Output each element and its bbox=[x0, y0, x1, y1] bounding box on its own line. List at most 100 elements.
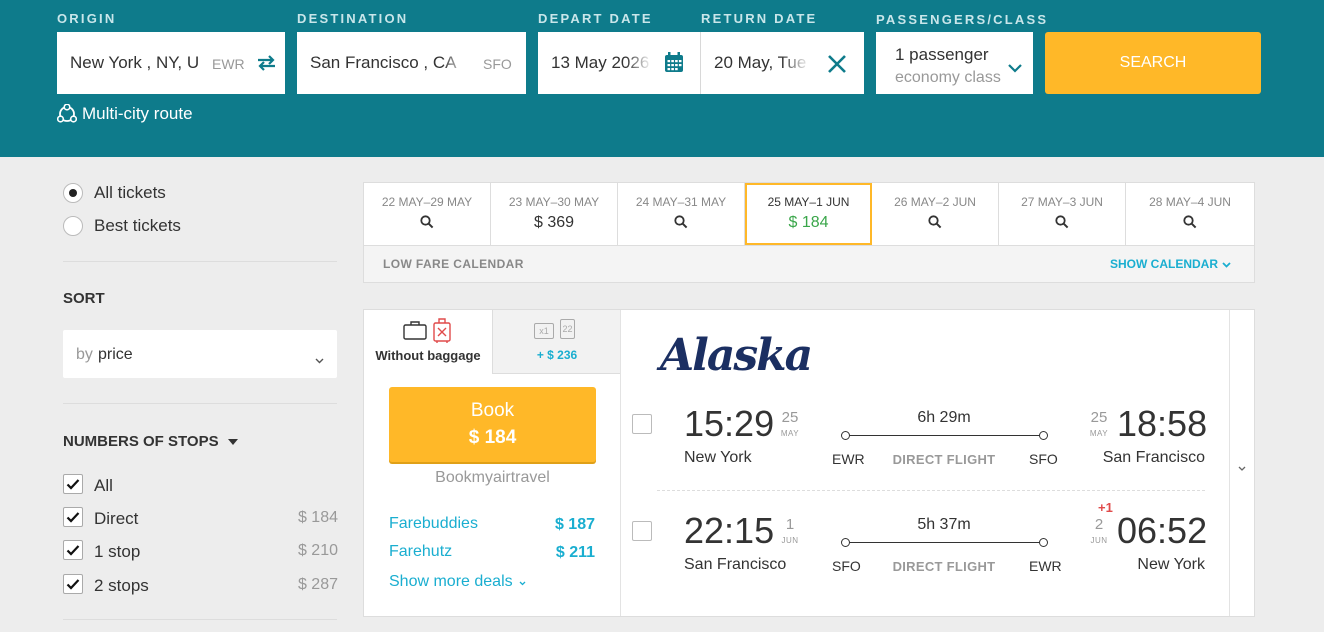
checkbox[interactable] bbox=[63, 507, 83, 527]
segment-checkbox[interactable] bbox=[632, 414, 652, 434]
show-calendar-link[interactable]: SHOW CALENDAR bbox=[1110, 257, 1231, 271]
book-button[interactable]: Book $ 184 bbox=[389, 387, 596, 462]
search-icon bbox=[420, 215, 434, 234]
route-dot bbox=[841, 538, 850, 547]
provider-name: Bookmyairtravel bbox=[435, 469, 550, 486]
show-calendar-label: SHOW CALENDAR bbox=[1110, 257, 1218, 271]
return-date-label: RETURN DATE bbox=[701, 11, 818, 26]
chevron-down-icon bbox=[315, 351, 324, 369]
origin-code: EWR bbox=[212, 56, 245, 72]
departure-city: New York bbox=[684, 449, 752, 466]
radio-best-tickets[interactable]: Best tickets bbox=[63, 216, 181, 236]
departure-time: 22:15 bbox=[684, 510, 775, 551]
departure-date: 1 JUN bbox=[781, 516, 799, 545]
calendar-cell[interactable]: 23 MAY–30 MAY $ 369 bbox=[491, 183, 618, 245]
departure-code: EWR bbox=[832, 451, 865, 467]
airline-name: Alaska bbox=[660, 330, 813, 381]
next-day-badge: +1 bbox=[1098, 500, 1113, 515]
date-range: 24 MAY–31 MAY bbox=[635, 195, 727, 209]
low-fare-calendar: 22 MAY–29 MAY 23 MAY–30 MAY $ 369 24 MAY… bbox=[363, 182, 1255, 283]
search-icon bbox=[1055, 215, 1069, 234]
stops-heading-toggle[interactable]: NUMBERS OF STOPS bbox=[63, 433, 238, 450]
date-range: 28 MAY–4 JUN bbox=[1149, 195, 1231, 209]
destination-value: San Francisco , CA bbox=[310, 53, 457, 72]
divider bbox=[63, 403, 337, 404]
destination-field[interactable]: San Francisco , CA SFO bbox=[297, 32, 526, 94]
return-date-field[interactable]: 20 May, Tue bbox=[701, 32, 864, 94]
passengers-class-label: PASSENGERS/CLASS bbox=[876, 12, 1049, 27]
route-icon bbox=[56, 103, 78, 124]
multi-city-link[interactable]: Multi-city route bbox=[56, 103, 193, 124]
origin-field[interactable]: New York , NY, U EWR bbox=[57, 32, 285, 94]
departure-time: 15:29 bbox=[684, 403, 775, 444]
stops-label: 2 stops bbox=[94, 576, 149, 595]
route-dot bbox=[1039, 431, 1048, 440]
outbound-segment: 15:29 25 MAY New York 6h 29m EWR DIRECT F… bbox=[622, 395, 1230, 500]
stops-filter-1-stop[interactable]: 1 stop $ 210 bbox=[63, 540, 338, 562]
stops-filter-all[interactable]: All bbox=[63, 474, 338, 496]
search-icon bbox=[928, 215, 942, 234]
destination-label: DESTINATION bbox=[297, 11, 409, 26]
radio-indicator bbox=[63, 183, 83, 203]
depart-date-field[interactable]: 13 May 2026 bbox=[538, 32, 700, 94]
stops-filter-2-stops[interactable]: 2 stops $ 287 bbox=[63, 574, 338, 596]
sort-select[interactable]: by price bbox=[63, 330, 337, 378]
stops-filter-direct[interactable]: Direct $ 184 bbox=[63, 507, 338, 529]
calendar-icon[interactable] bbox=[664, 52, 684, 78]
passenger-count: 1 passenger bbox=[895, 45, 989, 64]
segment-checkbox[interactable] bbox=[632, 521, 652, 541]
radio-all-tickets[interactable]: All tickets bbox=[63, 183, 166, 203]
departure-code: SFO bbox=[832, 558, 861, 574]
segment-divider bbox=[657, 490, 1205, 491]
stops-price: $ 184 bbox=[297, 509, 338, 526]
swap-icon[interactable] bbox=[256, 53, 277, 78]
date-range: 26 MAY–2 JUN bbox=[894, 195, 976, 209]
cabin-class: economy class bbox=[895, 69, 1001, 86]
deal-price: $ 211 bbox=[555, 544, 595, 561]
expand-details-toggle[interactable] bbox=[1230, 310, 1254, 616]
calendar-cell-selected[interactable]: 25 MAY–1 JUN $ 184 bbox=[745, 183, 872, 245]
destination-code: SFO bbox=[483, 56, 512, 72]
checkmark-icon bbox=[66, 512, 80, 523]
calendar-cell[interactable]: 27 MAY–3 JUN bbox=[999, 183, 1126, 245]
baggage-weight-badge: 22 bbox=[560, 319, 575, 339]
checkbox[interactable] bbox=[63, 474, 83, 494]
checkmark-icon bbox=[66, 545, 80, 556]
tab-without-baggage[interactable]: Without baggage bbox=[364, 310, 492, 374]
flight-result-card: Without baggage x1 22 + $ 236 Book $ 184… bbox=[363, 309, 1255, 617]
calendar-cell[interactable]: 24 MAY–31 MAY bbox=[618, 183, 745, 245]
tab-with-baggage[interactable]: x1 22 + $ 236 bbox=[492, 310, 621, 374]
inbound-segment: 22:15 1 JUN San Francisco 5h 37m SFO DIRE… bbox=[622, 500, 1230, 607]
search-button[interactable]: SEARCH bbox=[1045, 32, 1261, 94]
clear-return-date-icon[interactable] bbox=[827, 54, 847, 79]
airline-logo: Alaska bbox=[660, 330, 813, 381]
sort-heading: SORT bbox=[63, 290, 105, 307]
calendar-cell[interactable]: 22 MAY–29 MAY bbox=[364, 183, 491, 245]
with-baggage-price: + $ 236 bbox=[536, 348, 578, 362]
stops-label: All bbox=[94, 476, 113, 495]
arrival-city: San Francisco bbox=[1102, 449, 1205, 466]
flight-duration: 5h 37m bbox=[917, 516, 971, 533]
radio-label: All tickets bbox=[94, 183, 166, 202]
calendar-cell[interactable]: 26 MAY–2 JUN bbox=[872, 183, 999, 245]
radio-label: Best tickets bbox=[94, 216, 181, 235]
checkmark-icon bbox=[66, 579, 80, 590]
depart-date-label: DEPART DATE bbox=[538, 11, 653, 26]
deal-provider: Farehutz bbox=[389, 543, 453, 560]
arrival-city: New York bbox=[1137, 556, 1205, 573]
deal-row[interactable]: Farebuddies $ 187 bbox=[389, 515, 595, 533]
show-more-deals-link[interactable]: Show more deals bbox=[389, 573, 526, 591]
divider bbox=[63, 261, 337, 262]
deal-row[interactable]: Farehutz $ 211 bbox=[389, 543, 595, 561]
route-dot bbox=[841, 431, 850, 440]
checkbox[interactable] bbox=[63, 574, 83, 594]
calendar-cell[interactable]: 28 MAY–4 JUN bbox=[1126, 183, 1254, 245]
low-fare-calendar-label: LOW FARE CALENDAR bbox=[383, 257, 524, 271]
date-range: 25 MAY–1 JUN bbox=[767, 195, 850, 209]
flight-type: DIRECT FLIGHT bbox=[892, 452, 996, 467]
flight-duration: 6h 29m bbox=[917, 409, 971, 426]
calendar-price: $ 369 bbox=[533, 214, 575, 231]
checkbox[interactable] bbox=[63, 540, 83, 560]
passengers-class-select[interactable]: 1 passenger economy class bbox=[876, 32, 1033, 94]
chevron-down-icon bbox=[1238, 458, 1246, 476]
